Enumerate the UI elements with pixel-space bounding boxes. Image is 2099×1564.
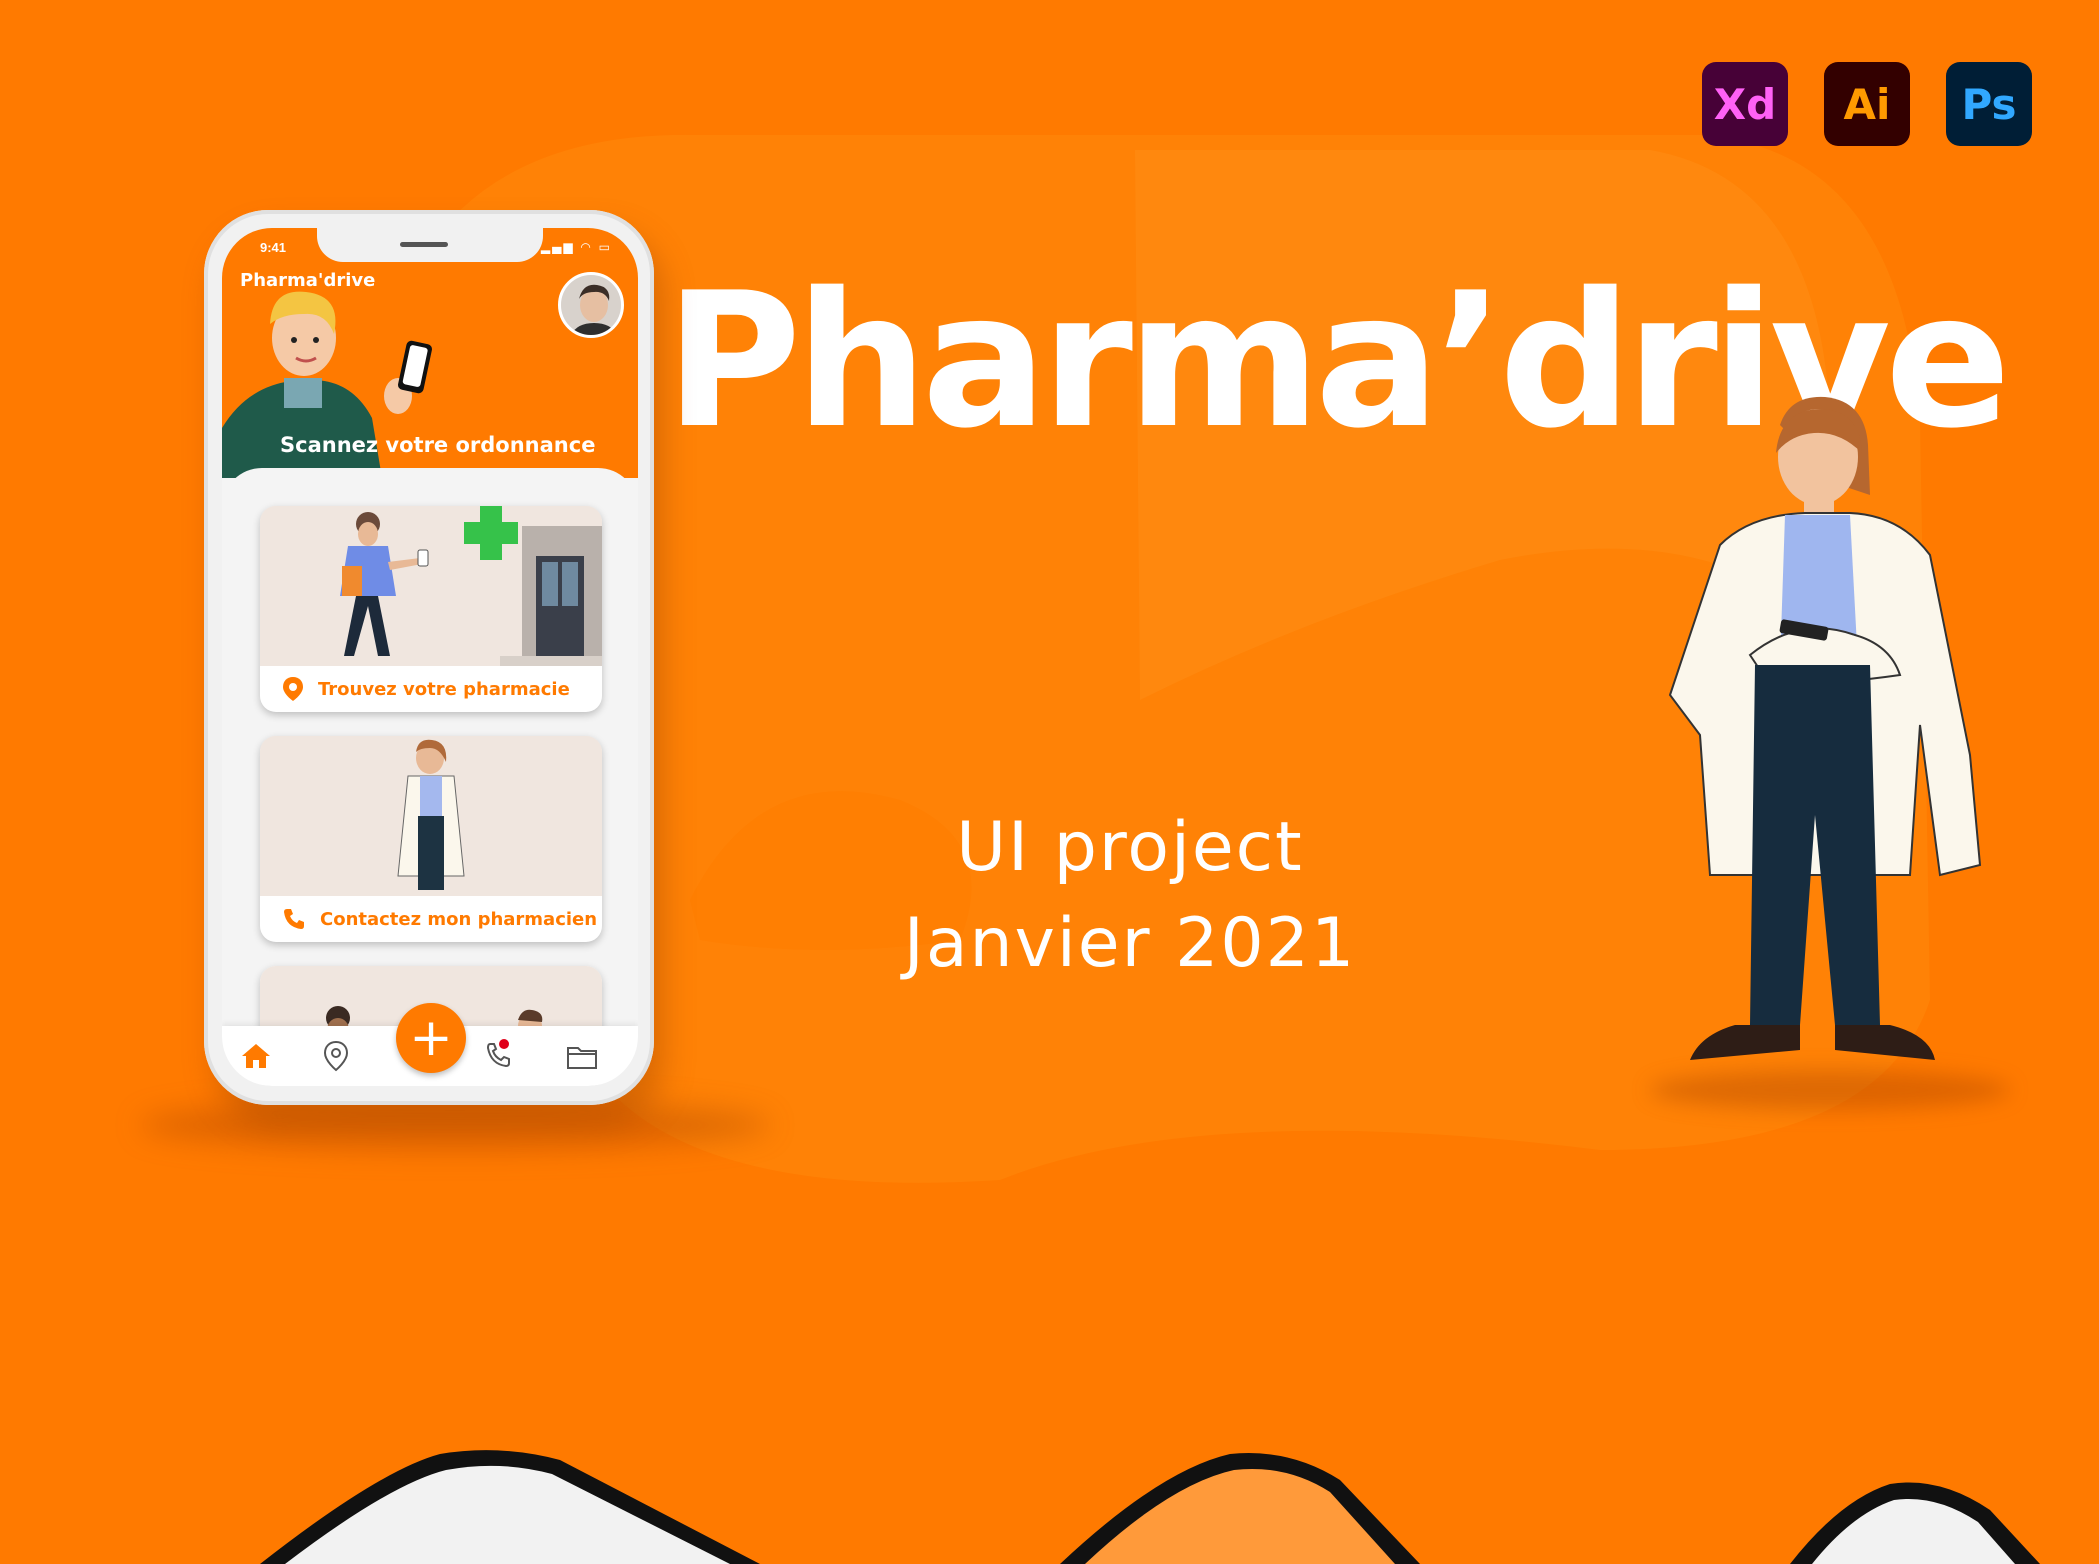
pharmacist-illustration [260, 736, 602, 896]
add-button[interactable]: + [396, 1003, 466, 1073]
subtitle-line-date: Janvier 2021 [903, 904, 1357, 983]
card-find-pharmacy-footer: Trouvez votre pharmacie [260, 666, 602, 712]
xd-label: Xd [1713, 79, 1777, 129]
adobe-illustrator-badge: Ai [1824, 62, 1910, 146]
status-icons: ▂▄▆ ◠ ▭ [540, 240, 612, 254]
home-icon[interactable] [236, 1036, 276, 1076]
find-pharmacy-label: Trouvez votre pharmacie [318, 678, 570, 700]
find-pharmacy-illustration [260, 506, 602, 666]
card-contact-footer: Contactez mon pharmacien [260, 896, 602, 942]
ps-label: Ps [1961, 79, 2017, 129]
adobe-photoshop-badge: Ps [1946, 62, 2032, 146]
hero-subtitle: UI project Janvier 2021 [900, 800, 1360, 992]
phone-screen: 9:41 ▂▄▆ ◠ ▭ Pharma'drive Scannez votre … [222, 228, 638, 1086]
scan-prescription-label[interactable]: Scannez votre ordonnance [280, 433, 595, 457]
speaker-grille [400, 242, 448, 247]
contact-pharmacist-label: Contactez mon pharmacien [320, 908, 598, 930]
folder-icon[interactable] [562, 1036, 602, 1076]
ai-label: Ai [1843, 79, 1891, 129]
phone-icon [284, 909, 304, 929]
status-time: 9:41 [260, 240, 287, 255]
bottom-phone-mockups [260, 1450, 2040, 1564]
subtitle-line-project: UI project [956, 808, 1304, 887]
card-contact-pharmacist[interactable]: Contactez mon pharmacien [260, 736, 602, 942]
pharmacist-figure [1668, 396, 1982, 1060]
phone-notch [317, 228, 543, 262]
phone-shadow [140, 1100, 770, 1150]
location-pin-icon [283, 677, 303, 701]
card-find-pharmacy[interactable]: Trouvez votre pharmacie [260, 506, 602, 712]
phone-call-icon[interactable] [480, 1036, 520, 1076]
adobe-xd-badge: Xd [1702, 62, 1788, 146]
location-icon[interactable] [316, 1036, 356, 1076]
notification-dot [499, 1039, 509, 1049]
